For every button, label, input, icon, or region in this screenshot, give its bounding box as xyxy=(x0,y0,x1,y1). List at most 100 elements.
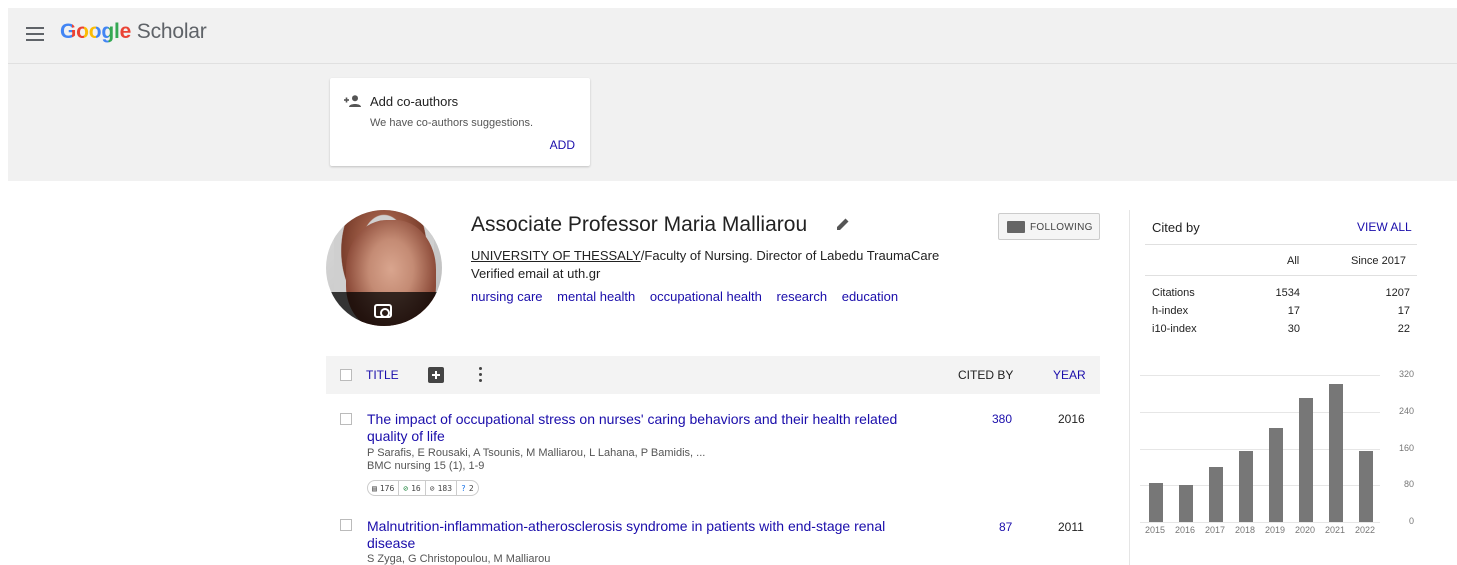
chart-bar-2022[interactable] xyxy=(1359,450,1373,522)
profile-affiliation: UNIVERSITY OF THESSALY/Faculty of Nursin… xyxy=(471,248,939,263)
stat-since: 17 xyxy=(1397,305,1410,317)
col-since-header: Since 2017 xyxy=(1351,255,1407,267)
article-year: 2011 xyxy=(1058,520,1084,534)
chart-y-tick-label: 160 xyxy=(1398,442,1414,453)
stat-label: Citations xyxy=(1152,287,1195,299)
cited-by-count[interactable]: 87 xyxy=(999,520,1012,534)
article-authors: P Sarafis, E Rousaki, A Tsounis, M Malli… xyxy=(367,447,706,459)
following-label: FOLLOWING xyxy=(1030,222,1093,233)
research-interests: nursing care mental health occupational … xyxy=(471,289,909,304)
interest-link[interactable]: research xyxy=(777,289,828,304)
chart-bar-2019[interactable] xyxy=(1269,427,1283,522)
mail-check-icon xyxy=(1007,221,1025,233)
metric-item: ? 2 xyxy=(461,483,474,493)
chart-y-tick-label: 320 xyxy=(1398,369,1414,379)
article-title-line: disease xyxy=(367,535,416,551)
article-title-link[interactable]: The impact of occupational stress on nur… xyxy=(367,411,927,445)
profile-photo[interactable] xyxy=(326,210,442,326)
cited-by-title: Cited by xyxy=(1152,220,1200,235)
stat-label: i10-index xyxy=(1152,323,1197,335)
add-article-icon[interactable] xyxy=(428,367,444,383)
stat-since: 1207 xyxy=(1385,287,1410,299)
google-scholar-logo[interactable]: Google Scholar xyxy=(60,20,207,44)
sort-by-cited[interactable]: CITED BY xyxy=(958,368,1013,382)
article-venue: BMC nursing 15 (1), 1-9 xyxy=(367,460,485,472)
row-checkbox[interactable] xyxy=(340,413,352,425)
chart-x-tick-label: 2017 xyxy=(1204,525,1226,535)
chart-bar-2018[interactable] xyxy=(1239,450,1253,522)
chart-y-tick-label: 240 xyxy=(1398,405,1414,416)
metric-item: ⊘ 16 xyxy=(399,481,426,495)
chart-y-tick-label: 80 xyxy=(1403,479,1414,490)
stat-all: 1534 xyxy=(1275,287,1300,299)
logo-google: Google xyxy=(60,20,132,43)
sort-by-year[interactable]: YEAR xyxy=(1053,368,1086,382)
metric-value: 176 xyxy=(379,483,395,493)
article-year: 2016 xyxy=(1058,412,1085,426)
stat-label: h-index xyxy=(1152,305,1189,317)
chart-x-tick-label: 2018 xyxy=(1234,525,1256,535)
profile-name: Associate Professor Maria Malliarou xyxy=(471,213,808,236)
following-button[interactable]: FOLLOWING xyxy=(998,213,1100,240)
chart-bar-2015[interactable] xyxy=(1149,482,1163,522)
articles-table-header: TITLE CITED BY YEAR xyxy=(326,356,1100,394)
chart-x-tick-label: 2019 xyxy=(1264,525,1286,535)
camera-icon[interactable] xyxy=(374,304,392,318)
verified-email: Verified email at uth.gr xyxy=(471,266,601,281)
chart-y-tick-label: 0 xyxy=(1408,516,1414,526)
chart-bar-2016[interactable] xyxy=(1179,485,1193,522)
add-coauthors-title: Add co-authors xyxy=(370,94,459,109)
edit-pencil-icon[interactable] xyxy=(836,217,850,231)
chart-bar-2020[interactable] xyxy=(1299,397,1313,522)
chart-bar-2017[interactable] xyxy=(1209,466,1223,522)
hamburger-menu-icon[interactable] xyxy=(26,27,44,41)
chart-gridline xyxy=(1140,448,1380,450)
chart-gridline xyxy=(1140,411,1380,413)
chart-gridline xyxy=(1140,375,1380,376)
sort-by-title[interactable]: TITLE xyxy=(366,368,399,382)
panel-divider xyxy=(1129,210,1130,565)
article-title-line: The impact of occupational stress on nur… xyxy=(367,411,898,427)
add-person-icon xyxy=(344,95,361,107)
select-all-checkbox[interactable] xyxy=(340,369,352,381)
article-metrics-badge[interactable]: ▤ 176 ⊘ 16 ⊘ 183 ? 2 xyxy=(367,480,479,496)
add-coauthors-button[interactable]: ADD xyxy=(550,138,575,152)
interest-link[interactable]: mental health xyxy=(557,289,635,304)
top-bar xyxy=(8,8,1457,63)
metric-item: ⊘ 183 xyxy=(426,481,458,495)
chart-x-tick-label: 2021 xyxy=(1324,525,1346,535)
interest-link[interactable]: nursing care xyxy=(471,289,543,304)
add-coauthors-subtitle: We have co-authors suggestions. xyxy=(370,117,534,129)
affiliation-text: /Faculty of Nursing. Director of Labedu … xyxy=(640,248,940,263)
divider xyxy=(1145,275,1417,276)
chart-gridline xyxy=(1140,485,1380,487)
affiliation-link[interactable]: UNIVERSITY OF THESSALY xyxy=(471,248,641,263)
chart-x-tick-label: 2016 xyxy=(1174,525,1196,535)
more-options-icon[interactable] xyxy=(479,367,483,383)
coauthor-banner xyxy=(8,63,1457,181)
add-coauthors-card: Add co-authors We have co-authors sugges… xyxy=(330,78,590,166)
metric-value: 16 xyxy=(411,483,421,493)
chart-x-tick-label: 2020 xyxy=(1294,525,1316,535)
chart-bar-2021[interactable] xyxy=(1329,384,1343,522)
cited-by-count[interactable]: 380 xyxy=(992,412,1012,426)
view-all-link[interactable]: VIEW ALL xyxy=(1357,220,1412,234)
article-authors: S Zyga, G Christopoulou, M Malliarou xyxy=(367,553,551,565)
interest-link[interactable]: education xyxy=(842,289,898,304)
chart-gridline xyxy=(1140,522,1380,523)
article-title-line: Malnutrition-inflammation-atherosclerosi… xyxy=(367,518,886,534)
article-title-line: quality of life xyxy=(367,428,445,444)
stat-since: 22 xyxy=(1397,323,1410,335)
metric-value: 2 xyxy=(468,483,474,493)
article-title-link[interactable]: Malnutrition-inflammation-atherosclerosi… xyxy=(367,518,927,552)
citations-chart: 0 80 160 240 320 2015 2016 2017 2018 2019 2020 2021… xyxy=(1140,360,1420,540)
chart-x-tick-label: 2022 xyxy=(1354,525,1376,535)
logo-scholar: Scholar xyxy=(136,20,207,43)
col-all-header: All xyxy=(1287,255,1300,267)
stat-all: 30 xyxy=(1287,323,1300,335)
chart-x-tick-label: 2015 xyxy=(1144,525,1166,535)
metric-item: ▤ 176 xyxy=(368,481,400,495)
metric-value: 183 xyxy=(437,483,453,493)
row-checkbox[interactable] xyxy=(340,519,352,531)
interest-link[interactable]: occupational health xyxy=(650,289,762,304)
